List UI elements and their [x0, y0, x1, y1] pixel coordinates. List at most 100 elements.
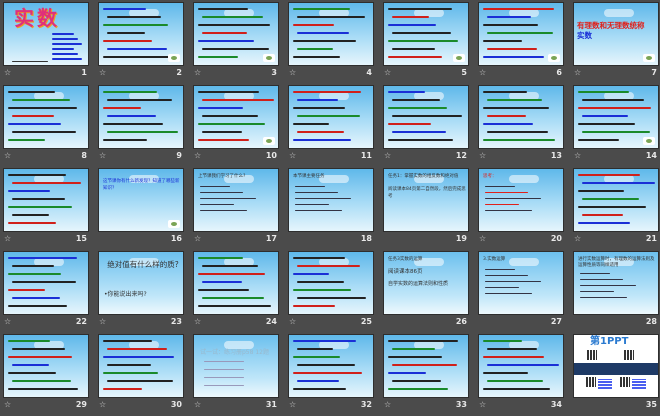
- slide-transition-star-icon[interactable]: ☆: [384, 151, 391, 160]
- slide-transition-star-icon[interactable]: ☆: [194, 151, 201, 160]
- slide-thumbnail-11[interactable]: [288, 85, 374, 149]
- slide-thumbnail-29[interactable]: [3, 334, 89, 398]
- slide-transition-star-icon[interactable]: ☆: [289, 317, 296, 326]
- slide-title-2: 实数: [577, 31, 592, 40]
- slide-thumbnail-4[interactable]: [288, 2, 374, 66]
- text-line: [487, 99, 542, 101]
- slide-transition-star-icon[interactable]: ☆: [194, 234, 201, 243]
- text-line: [107, 131, 178, 133]
- text-line: [198, 107, 243, 109]
- text-line: [8, 91, 55, 93]
- slide-thumbnail-14[interactable]: [573, 85, 659, 149]
- slide-body: 这节课你有什么新发现？知道了哪些新知识？: [103, 179, 180, 191]
- slide-thumbnail-12[interactable]: [383, 85, 469, 149]
- slide-thumbnail-15[interactable]: [3, 168, 89, 232]
- slide-thumbnail-9[interactable]: [98, 85, 184, 149]
- slide-number: 33: [455, 400, 467, 409]
- text-line: [8, 174, 66, 176]
- slide-transition-star-icon[interactable]: ☆: [574, 151, 581, 160]
- slide-number: 7: [651, 68, 657, 77]
- slide-thumbnail-21[interactable]: [573, 168, 659, 232]
- slide-number: 35: [645, 400, 657, 409]
- text-line: [198, 24, 270, 26]
- slide-cell: 实数 ☆ 1: [3, 2, 89, 84]
- slide-thumbnail-27[interactable]: 3.实数运算: [478, 251, 564, 315]
- slide-transition-star-icon[interactable]: ☆: [384, 68, 391, 77]
- slide-thumbnail-8[interactable]: [3, 85, 89, 149]
- slide-transition-star-icon[interactable]: ☆: [4, 68, 11, 77]
- text-line: [297, 131, 344, 133]
- slide-number: 27: [550, 317, 562, 326]
- slide-thumbnail-5[interactable]: [383, 2, 469, 66]
- slide-thumbnail-1[interactable]: 实数: [3, 2, 89, 66]
- text-line: [582, 214, 623, 216]
- text-line: [204, 361, 244, 362]
- slide-heading: 3.实数运算: [483, 257, 506, 262]
- slide-transition-star-icon[interactable]: ☆: [4, 317, 11, 326]
- slide-thumbnail-35[interactable]: 第1PPT: [573, 334, 659, 398]
- slide-transition-star-icon[interactable]: ☆: [289, 400, 296, 409]
- link-text-block: [632, 379, 646, 389]
- slide-thumbnail-17[interactable]: 上节课我们学习了什么?: [193, 168, 279, 232]
- slide-transition-star-icon[interactable]: ☆: [289, 151, 296, 160]
- text-line: [578, 91, 629, 93]
- slide-transition-star-icon[interactable]: ☆: [99, 317, 106, 326]
- slide-transition-star-icon[interactable]: ☆: [99, 68, 106, 77]
- slide-transition-star-icon[interactable]: ☆: [4, 234, 11, 243]
- text-line: [483, 40, 522, 42]
- slide-transition-star-icon[interactable]: ☆: [99, 151, 106, 160]
- slide-number: 32: [360, 400, 372, 409]
- slide-transition-star-icon[interactable]: ☆: [479, 234, 486, 243]
- slide-thumbnail-28[interactable]: 进行实数运算时，有理数的运算法则及运算性质等同样适用: [573, 251, 659, 315]
- text-line: [485, 275, 528, 276]
- slide-transition-star-icon[interactable]: ☆: [479, 400, 486, 409]
- slide-thumbnail-31[interactable]: 试一试：练习册p58 12题: [193, 334, 279, 398]
- text-line: [103, 139, 147, 141]
- slide-transition-star-icon[interactable]: ☆: [4, 151, 11, 160]
- slide-thumbnail-25[interactable]: [288, 251, 374, 315]
- slide-thumbnail-24[interactable]: [193, 251, 279, 315]
- slide-transition-star-icon[interactable]: ☆: [479, 68, 486, 77]
- text-line: [388, 40, 458, 42]
- text-line: [12, 380, 71, 382]
- text-line: [12, 265, 54, 267]
- slide-transition-star-icon[interactable]: ☆: [99, 400, 106, 409]
- slide-thumbnail-23[interactable]: 绝对值有什么样的质? •你能说出来吗?: [98, 251, 184, 315]
- text-line: [293, 40, 356, 42]
- slide-thumbnail-32[interactable]: [288, 334, 374, 398]
- slide-thumbnail-22[interactable]: [3, 251, 89, 315]
- text-line: [578, 174, 640, 176]
- slide-number: 11: [360, 151, 372, 160]
- slide-thumbnail-6[interactable]: [478, 2, 564, 66]
- slide-transition-star-icon[interactable]: ☆: [384, 400, 391, 409]
- slide-transition-star-icon[interactable]: ☆: [4, 400, 11, 409]
- slide-thumbnail-26[interactable]: 任务3实数的运算 阅读课本86页 自学实数的运算法则和性质: [383, 251, 469, 315]
- slide-thumbnail-7[interactable]: 有理数和无理数统称 实数: [573, 2, 659, 66]
- slide-transition-star-icon[interactable]: ☆: [574, 68, 581, 77]
- slide-cell: ☆ 34: [478, 334, 564, 416]
- text-line: [487, 48, 537, 50]
- slide-transition-star-icon[interactable]: ☆: [194, 317, 201, 326]
- slide-body: 阅读课本86页: [388, 269, 423, 275]
- slide-transition-star-icon[interactable]: ☆: [289, 68, 296, 77]
- slide-transition-star-icon[interactable]: ☆: [574, 234, 581, 243]
- slide-number: 31: [265, 400, 277, 409]
- slide-thumbnail-2[interactable]: [98, 2, 184, 66]
- text-line: [107, 115, 156, 117]
- slide-thumbnail-16[interactable]: 这节课你有什么新发现？知道了哪些新知识？: [98, 168, 184, 232]
- slide-number: 23: [170, 317, 182, 326]
- slide-thumbnail-34[interactable]: [478, 334, 564, 398]
- slide-thumbnail-13[interactable]: [478, 85, 564, 149]
- slide-thumbnail-30[interactable]: [98, 334, 184, 398]
- slide-thumbnail-20[interactable]: 思考：: [478, 168, 564, 232]
- slide-thumbnail-18[interactable]: 本节课主要任务: [288, 168, 374, 232]
- slide-thumbnail-33[interactable]: [383, 334, 469, 398]
- slide-thumbnail-3[interactable]: [193, 2, 279, 66]
- slide-number: 4: [366, 68, 372, 77]
- slide-thumbnail-19[interactable]: 任务1：掌握实数的相反数和绝对值 阅读课本84页第二自然段，然后完成思考: [383, 168, 469, 232]
- leaf-icon: [643, 54, 655, 62]
- slide-transition-star-icon[interactable]: ☆: [479, 151, 486, 160]
- slide-transition-star-icon[interactable]: ☆: [194, 400, 201, 409]
- slide-thumbnail-10[interactable]: [193, 85, 279, 149]
- slide-transition-star-icon[interactable]: ☆: [194, 68, 201, 77]
